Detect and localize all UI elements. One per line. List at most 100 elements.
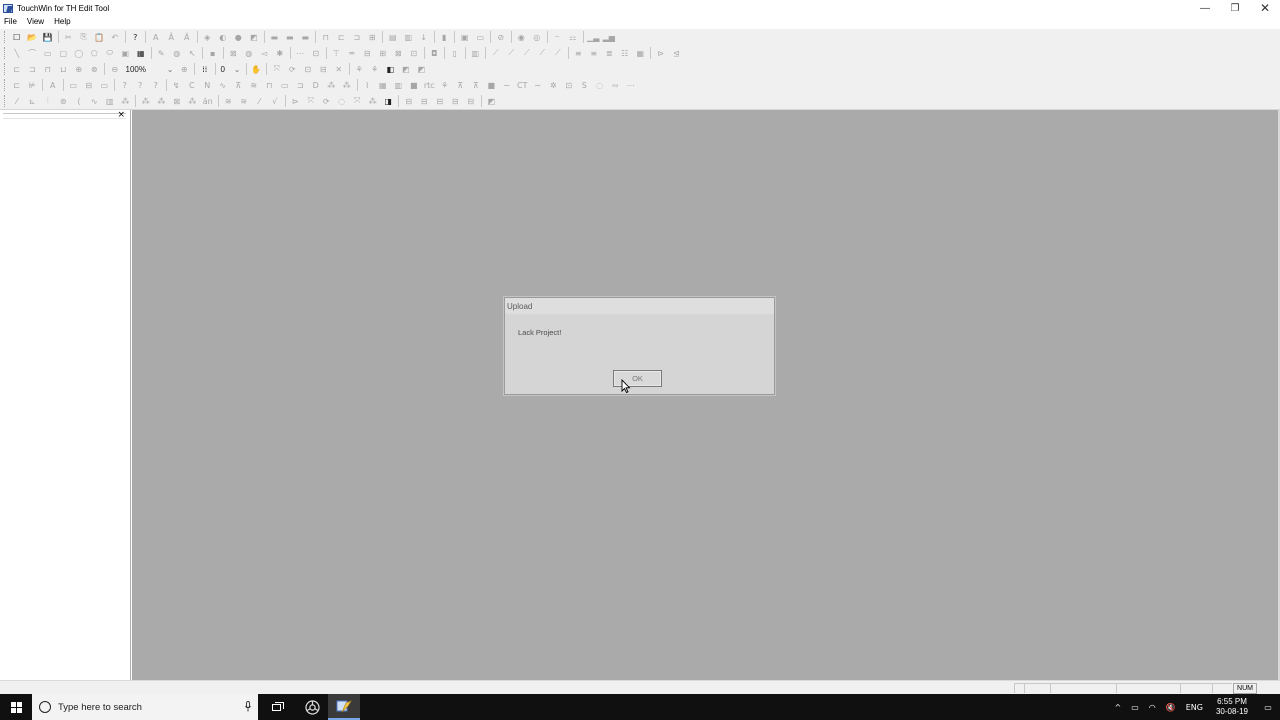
start-button[interactable] — [0, 694, 32, 720]
maximize-button[interactable]: ❐ — [1220, 0, 1250, 16]
toolbar-tool-icon[interactable]: ≋ — [246, 78, 262, 92]
toolbar-tool-icon[interactable]: ⊼ — [453, 78, 469, 92]
toolbar-tool-icon[interactable]: ◧ — [383, 62, 399, 76]
toolbar-tool-icon[interactable]: ⎘ — [76, 30, 92, 44]
toolbar-tool-icon[interactable]: ⊕ — [71, 62, 87, 76]
toolbar-tool-icon[interactable]: ▭ — [66, 78, 82, 92]
toolbar-tool-icon[interactable]: ✲ — [546, 78, 562, 92]
toolbar-tool-icon[interactable]: ⁂ — [118, 94, 134, 108]
toolbar-tool-icon[interactable]: ■ — [484, 78, 500, 92]
toolbar-tool-icon[interactable]: ▁▃ — [586, 30, 602, 44]
toolbar-tool-icon[interactable]: ● — [231, 30, 247, 44]
toolbar-tool-icon[interactable]: ∿ — [87, 94, 103, 108]
microphone-icon[interactable] — [245, 701, 251, 712]
toolbar-tool-icon[interactable]: ✎ — [154, 46, 170, 60]
toolbar-tool-icon[interactable]: ◈ — [200, 30, 216, 44]
toolbar-tool-icon[interactable]: ⊓ — [318, 30, 334, 44]
toolbar-tool-icon[interactable]: ⊟ — [360, 46, 376, 60]
toolbar-tool-icon[interactable]: ▥ — [401, 30, 417, 44]
toolbar-tool-icon[interactable]: ∿ — [215, 78, 231, 92]
toolbar-tool-icon[interactable]: ▯ — [447, 46, 463, 60]
toolbar-tool-icon[interactable]: ▦ — [133, 46, 149, 60]
toolbar-tool-icon[interactable]: ⤧ — [269, 62, 285, 76]
toolbar-tool-icon[interactable]: √ — [267, 94, 283, 108]
toolbar-tool-icon[interactable]: ≡ — [586, 46, 602, 60]
taskbar-app-touchwin[interactable] — [328, 694, 360, 720]
toolbar-tool-icon[interactable]: ⎯ — [550, 30, 566, 44]
toolbar-tool-icon[interactable]: ∼ — [530, 78, 546, 92]
toolbar-tool-icon[interactable]: ⊟ — [417, 94, 433, 108]
toolbar-tool-icon[interactable]: ⊞ — [375, 46, 391, 60]
toolbar-tool-icon[interactable]: ◉ — [514, 30, 530, 44]
toolbar-tool-icon[interactable]: ▭ — [40, 46, 56, 60]
toolbar-tool-icon[interactable]: ⊟ — [448, 94, 464, 108]
toolbar-tool-icon[interactable]: ▣ — [457, 30, 473, 44]
toolbar-tool-icon[interactable]: ∾ — [608, 78, 624, 92]
toolbar-tool-icon[interactable]: N — [200, 78, 216, 92]
toolbar-tool-icon[interactable]: 📋 — [92, 30, 108, 44]
tray-language[interactable]: ENG — [1181, 694, 1208, 720]
toolbar-tool-icon[interactable]: ⁂ — [185, 94, 201, 108]
toolbar-tool-icon[interactable]: ⊟ — [316, 62, 332, 76]
toolbar-tool-icon[interactable]: ↯ — [169, 78, 185, 92]
toolbar-tool-icon[interactable]: ⊗ — [87, 62, 103, 76]
toolbar-tool-icon[interactable]: ⤧ — [303, 94, 319, 108]
toolbar-tool-icon[interactable]: ▤ — [385, 30, 401, 44]
toolbar-tool-icon[interactable]: ⁂ — [138, 94, 154, 108]
tray-chevron-icon[interactable]: ^ — [1110, 694, 1127, 720]
toolbar-tool-icon[interactable]: ⊾ — [25, 94, 41, 108]
toolbar-tool-icon[interactable]: ⁂ — [339, 78, 355, 92]
toolbar-grip[interactable] — [4, 63, 7, 75]
toolbar-tool-icon[interactable]: ⊡ — [406, 46, 422, 60]
toolbar-tool-icon[interactable]: ⊕ — [177, 62, 193, 76]
toolbar-tool-icon[interactable]: ◩ — [414, 62, 430, 76]
toolbar-tool-icon[interactable]: ? — [148, 78, 164, 92]
toolbar-tool-icon[interactable]: ⊘ — [493, 30, 509, 44]
toolbar-tool-icon[interactable]: ⊡ — [300, 62, 316, 76]
toolbar-grip[interactable] — [4, 95, 7, 107]
menu-help[interactable]: Help — [49, 17, 75, 26]
toolbar-tool-icon[interactable]: ▬ — [298, 30, 314, 44]
toolbar-tool-icon[interactable]: ⟨ — [71, 94, 87, 108]
tray-clock[interactable]: 6:55 PM 30-08-19 — [1208, 697, 1256, 717]
toolbar-tool-icon[interactable]: ⁄ — [9, 94, 25, 108]
toolbar-tool-icon[interactable]: ⟋ — [550, 46, 566, 60]
toolbar-tool-icon[interactable]: ? — [117, 78, 133, 92]
toolbar-tool-icon[interactable]: ◅ — [257, 46, 273, 60]
close-button[interactable]: ✕ — [1250, 0, 1280, 16]
toolbar-tool-icon[interactable]: ? — [128, 30, 144, 44]
notification-center-icon[interactable]: ▭ — [1256, 694, 1280, 720]
toolbar-tool-icon[interactable]: ■ — [406, 78, 422, 92]
toolbar-tool-icon[interactable]: ⊟ — [463, 94, 479, 108]
zoom-select[interactable]: 100% ⌄ — [123, 63, 177, 75]
toolbar-tool-icon[interactable]: ⟳ — [285, 62, 301, 76]
toolbar-tool-icon[interactable]: ≣ — [602, 46, 618, 60]
toolbar-tool-icon[interactable]: ⋯ — [293, 46, 309, 60]
toolbar-tool-icon[interactable]: A — [148, 30, 164, 44]
toolbar-tool-icon[interactable]: ⚘ — [367, 62, 383, 76]
toolbar-tool-icon[interactable]: ⊐ — [25, 62, 41, 76]
toolbar-tool-icon[interactable]: ▦ — [375, 78, 391, 92]
toolbar-tool-icon[interactable]: ▭ — [277, 78, 293, 92]
toolbar-grip[interactable] — [4, 47, 7, 59]
toolbar-tool-icon[interactable]: ⁄ — [252, 94, 268, 108]
toolbar-tool-icon[interactable]: ⁞⁞ — [197, 62, 213, 76]
toolbar-tool-icon[interactable]: ◎ — [529, 30, 545, 44]
toolbar-tool-icon[interactable]: ▬ — [267, 30, 283, 44]
toolbar-tool-icon[interactable]: D — [308, 78, 324, 92]
task-view-button[interactable] — [262, 694, 294, 720]
toolbar-tool-icon[interactable]: ⌇ — [360, 78, 376, 92]
toolbar-tool-icon[interactable]: ∼ — [499, 78, 515, 92]
toolbar-tool-icon[interactable]: ⊼ — [231, 78, 247, 92]
toolbar-tool-icon[interactable]: ⁂ — [324, 78, 340, 92]
tray-volume-icon[interactable]: 🔇 — [1161, 694, 1181, 720]
toolbar-tool-icon[interactable]: ⊏ — [9, 62, 25, 76]
toolbar-tool-icon[interactable]: ⁂ — [154, 94, 170, 108]
toolbar-tool-icon[interactable]: ⊟ — [401, 94, 417, 108]
toolbar-tool-icon[interactable]: ⌒ — [25, 46, 41, 60]
toolbar-tool-icon[interactable]: ⚘ — [352, 62, 368, 76]
toolbar-tool-icon[interactable]: ◨ — [381, 94, 397, 108]
toolbar-tool-icon[interactable]: ⊤ — [329, 46, 345, 60]
toolbar-tool-icon[interactable]: ⊳ — [653, 46, 669, 60]
toolbar-tool-icon[interactable]: ⊐ — [349, 30, 365, 44]
